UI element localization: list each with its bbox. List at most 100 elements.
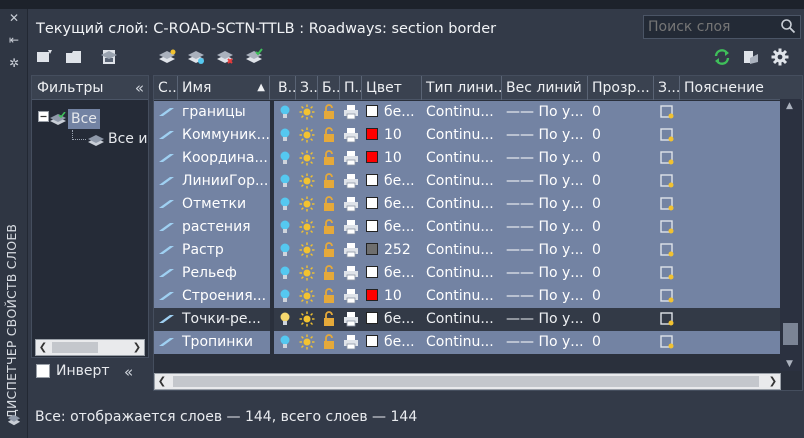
unlocked-icon[interactable] — [321, 150, 337, 166]
layer-transparency-cell[interactable]: 0 — [588, 147, 654, 170]
tree-expander-icon[interactable] — [38, 110, 49, 126]
layer-linetype-cell[interactable]: Continu... — [422, 147, 502, 170]
layer-linetype-cell[interactable]: Continu... — [422, 216, 502, 239]
layer-description-cell[interactable] — [680, 285, 780, 308]
new-vp-freeze-icon[interactable] — [659, 334, 675, 350]
column-header-name[interactable]: Имя ▲ — [178, 76, 270, 100]
layer-description-cell[interactable] — [680, 124, 780, 147]
bulb-on-icon[interactable] — [277, 150, 293, 166]
new-vp-freeze-icon[interactable] — [659, 104, 675, 120]
layer-transparency-cell[interactable]: 0 — [588, 285, 654, 308]
column-header-description[interactable]: Пояснение — [680, 76, 802, 100]
column-header-color[interactable]: Цвет — [362, 76, 422, 100]
layer-description-cell[interactable] — [680, 216, 780, 239]
bulb-on-icon[interactable] — [277, 127, 293, 143]
layer-color-cell[interactable]: бе... — [362, 331, 422, 354]
printer-icon[interactable] — [343, 196, 359, 212]
table-row[interactable]: Коммуник... 10 Continu... —— По у... 0 — [154, 124, 780, 147]
sun-thawed-icon[interactable] — [299, 219, 315, 235]
layer-transparency-cell[interactable]: 0 — [588, 101, 654, 124]
table-row[interactable]: Точки-ре... бе... Continu... —— По у... 0 — [154, 308, 780, 331]
layer-lineweight-cell[interactable]: —— По у... — [502, 170, 588, 193]
table-row[interactable]: Координа... 10 Continu... —— По у... 0 — [154, 147, 780, 170]
unlocked-icon[interactable] — [321, 196, 337, 212]
invert-filter-control[interactable]: Инверт — [36, 363, 110, 379]
layer-linetype-cell[interactable]: Continu... — [422, 262, 502, 285]
layer-color-cell[interactable]: 10 — [362, 124, 422, 147]
layer-lineweight-cell[interactable]: —— По у... — [502, 147, 588, 170]
new-layer-button[interactable] — [156, 46, 178, 68]
layer-color-cell[interactable]: бе... — [362, 101, 422, 124]
layer-lineweight-cell[interactable]: —— По у... — [502, 331, 588, 354]
bulb-on-icon[interactable] — [277, 104, 293, 120]
unlocked-icon[interactable] — [321, 265, 337, 281]
layer-color-cell[interactable]: бе... — [362, 262, 422, 285]
search-icon[interactable] — [780, 18, 796, 34]
layer-name-cell[interactable]: границы — [178, 101, 270, 124]
auto-hide-icon[interactable]: ⇤ — [7, 33, 21, 47]
column-header-linetype[interactable]: Тип лини... — [422, 76, 502, 100]
unlocked-icon[interactable] — [321, 219, 337, 235]
layer-linetype-cell[interactable]: Continu... — [422, 285, 502, 308]
column-header-vp-freeze[interactable]: З... — [654, 76, 680, 100]
layer-name-cell[interactable]: Тропинки — [178, 331, 270, 354]
layer-description-cell[interactable] — [680, 170, 780, 193]
column-header-lock[interactable]: Б... — [318, 76, 340, 100]
printer-icon[interactable] — [343, 104, 359, 120]
sun-thawed-icon[interactable] — [299, 104, 315, 120]
printer-icon[interactable] — [343, 265, 359, 281]
layer-linetype-cell[interactable]: Continu... — [422, 331, 502, 354]
sun-thawed-icon[interactable] — [299, 288, 315, 304]
scroll-left-arrow[interactable]: ❮ — [36, 340, 50, 355]
column-header-on[interactable]: В... — [274, 76, 296, 100]
sun-thawed-icon[interactable] — [299, 242, 315, 258]
column-header-transparency[interactable]: Прозр... — [588, 76, 654, 100]
filters-horizontal-scrollbar[interactable]: ❮ ❯ — [35, 339, 145, 356]
table-row[interactable]: Рельеф бе... Continu... —— По у... 0 — [154, 262, 780, 285]
layer-lineweight-cell[interactable]: —— По у... — [502, 101, 588, 124]
new-vp-freeze-icon[interactable] — [659, 150, 675, 166]
bulb-on-yellow-icon[interactable] — [277, 311, 293, 327]
layer-linetype-cell[interactable]: Continu... — [422, 193, 502, 216]
layer-translate-button[interactable] — [740, 46, 762, 68]
table-row[interactable]: ЛинииГор... бе... Continu... —— По у... 0 — [154, 170, 780, 193]
unlocked-icon[interactable] — [321, 104, 337, 120]
sun-thawed-icon[interactable] — [299, 265, 315, 281]
gear-icon[interactable]: ✲ — [7, 56, 21, 70]
layer-linetype-cell[interactable]: Continu... — [422, 124, 502, 147]
new-vp-freeze-icon[interactable] — [659, 265, 675, 281]
bulb-on-icon[interactable] — [277, 242, 293, 258]
printer-icon[interactable] — [343, 288, 359, 304]
layer-name-cell[interactable]: Строения... — [178, 285, 270, 308]
new-group-filter-button[interactable] — [63, 46, 85, 68]
scroll-thumb[interactable] — [52, 342, 98, 353]
delete-layer-button[interactable] — [214, 46, 236, 68]
sun-thawed-icon[interactable] — [299, 334, 315, 350]
layer-description-cell[interactable] — [680, 147, 780, 170]
layer-description-cell[interactable] — [680, 331, 780, 354]
printer-icon[interactable] — [343, 334, 359, 350]
layer-transparency-cell[interactable]: 0 — [588, 124, 654, 147]
filter-all-used-node[interactable]: Все ис — [108, 131, 148, 147]
unlocked-icon[interactable] — [321, 334, 337, 350]
printer-icon[interactable] — [343, 173, 359, 189]
new-vp-freeze-icon[interactable] — [659, 173, 675, 189]
layer-name-cell[interactable]: растения — [178, 216, 270, 239]
layer-name-cell[interactable]: Растр — [178, 239, 270, 262]
printer-icon[interactable] — [343, 242, 359, 258]
layer-lineweight-cell[interactable]: —— По у... — [502, 239, 588, 262]
layer-transparency-cell[interactable]: 0 — [588, 262, 654, 285]
layer-states-manager-button[interactable] — [98, 46, 120, 68]
table-row[interactable]: растения бе... Continu... —— По у... 0 — [154, 216, 780, 239]
layer-search-input[interactable] — [644, 16, 774, 38]
layer-color-cell[interactable]: бе... — [362, 193, 422, 216]
new-vp-freeze-icon[interactable] — [659, 219, 675, 235]
new-vp-freeze-icon[interactable] — [659, 311, 675, 327]
unlocked-icon[interactable] — [321, 173, 337, 189]
sun-thawed-icon[interactable] — [299, 150, 315, 166]
sun-thawed-icon[interactable] — [299, 196, 315, 212]
invert-checkbox[interactable] — [36, 364, 50, 378]
collapse-filters-bottom-icon[interactable]: « — [124, 363, 133, 381]
table-row[interactable]: Строения... 10 Continu... —— По у... 0 — [154, 285, 780, 308]
bulb-on-icon[interactable] — [277, 334, 293, 350]
